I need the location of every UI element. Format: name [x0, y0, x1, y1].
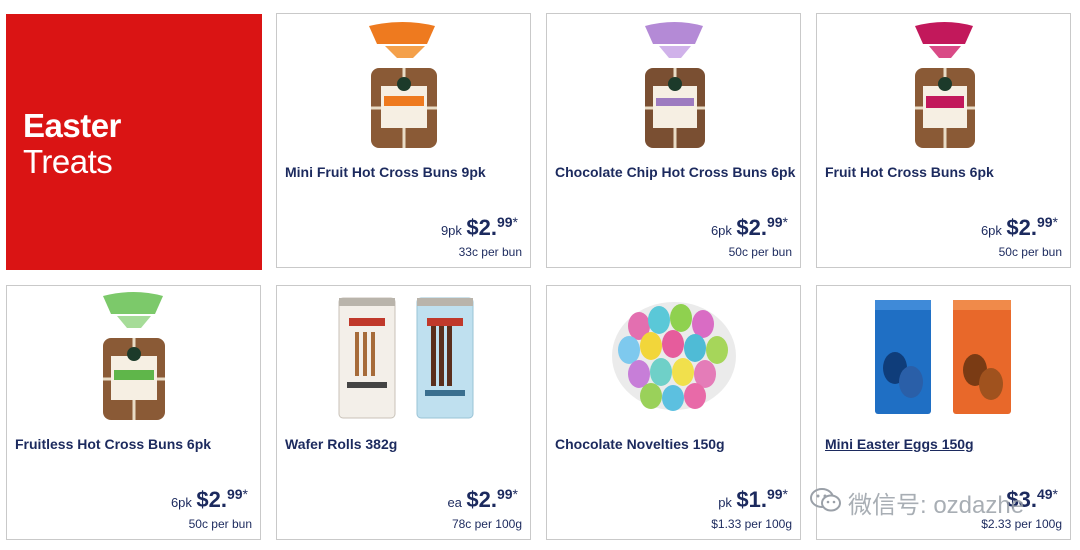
product-card-fruit-hot-cross-buns[interactable]: Fruit Hot Cross Buns 6pk 6pk $2.99* 50c … — [816, 13, 1071, 268]
price-dollars: $2. — [466, 487, 497, 512]
watermark: 微信号: ozdazhe — [810, 485, 1024, 519]
price-asterisk: * — [512, 214, 518, 230]
price-asterisk: * — [1052, 214, 1058, 230]
price-cents: 99 — [1036, 214, 1053, 230]
product-image[interactable] — [277, 286, 530, 426]
product-card-fruitless-hot-cross-buns[interactable]: Fruitless Hot Cross Buns 6pk 6pk $2.99* … — [6, 285, 261, 540]
wechat-icon — [810, 487, 842, 520]
product-image[interactable] — [547, 286, 800, 426]
unit-price: 50c per bun — [728, 245, 792, 259]
price-cents: 99 — [496, 486, 513, 502]
product-name[interactable]: Mini Easter Eggs 150g — [825, 436, 974, 452]
price-asterisk: * — [782, 214, 788, 230]
product-name[interactable]: Wafer Rolls 382g — [285, 436, 397, 452]
easter-treats-banner[interactable]: Easter Treats — [6, 14, 262, 270]
price-cents: 99 — [766, 214, 783, 230]
unit-price: 78c per 100g — [451, 517, 522, 531]
product-image[interactable] — [277, 14, 530, 154]
price-dollars: $2. — [196, 487, 227, 512]
price-unit: ea — [447, 495, 462, 510]
product-image[interactable] — [817, 286, 1070, 426]
product-image[interactable] — [817, 14, 1070, 154]
price-cents: 99 — [766, 486, 783, 502]
product-card-mini-fruit-hot-cross-buns[interactable]: Mini Fruit Hot Cross Buns 9pk 9pk $2.99*… — [276, 13, 531, 268]
product-price: pk $1.99* — [718, 486, 788, 513]
product-name[interactable]: Mini Fruit Hot Cross Buns 9pk — [285, 164, 486, 180]
product-price: 6pk $2.99* — [981, 214, 1058, 241]
banner-title-line2: Treats — [23, 143, 113, 180]
price-dollars: $2. — [736, 215, 767, 240]
product-price: 6pk $2.99* — [171, 486, 248, 513]
product-price: ea $2.99* — [447, 486, 518, 513]
price-asterisk: * — [512, 486, 518, 502]
price-unit: 6pk — [980, 223, 1002, 238]
unit-price: 50c per bun — [188, 517, 252, 531]
price-asterisk: * — [782, 486, 788, 502]
product-image[interactable] — [7, 286, 260, 426]
price-unit: 6pk — [710, 223, 732, 238]
product-image[interactable] — [547, 14, 800, 154]
watermark-text: 微信号: ozdazhe — [848, 492, 1025, 519]
price-unit: pk — [718, 495, 732, 510]
product-name[interactable]: Fruitless Hot Cross Buns 6pk — [15, 436, 211, 452]
price-dollars: $2. — [466, 215, 497, 240]
price-asterisk: * — [1052, 486, 1058, 502]
price-cents: 99 — [496, 214, 513, 230]
product-card-chocolate-chip-hot-cross-buns[interactable]: Chocolate Chip Hot Cross Buns 6pk 6pk $2… — [546, 13, 801, 268]
price-unit: 6pk — [170, 495, 192, 510]
product-name[interactable]: Fruit Hot Cross Buns 6pk — [825, 164, 994, 180]
product-name[interactable]: Chocolate Chip Hot Cross Buns 6pk — [555, 164, 795, 180]
product-name[interactable]: Chocolate Novelties 150g — [555, 436, 725, 452]
product-price: 6pk $2.99* — [711, 214, 788, 241]
unit-price: 50c per bun — [998, 245, 1062, 259]
price-asterisk: * — [242, 486, 248, 502]
price-dollars: $1. — [736, 487, 767, 512]
unit-price: $1.33 per 100g — [711, 517, 792, 531]
product-card-wafer-rolls[interactable]: Wafer Rolls 382g ea $2.99* 78c per 100g — [276, 285, 531, 540]
product-card-chocolate-novelties[interactable]: Chocolate Novelties 150g pk $1.99* $1.33… — [546, 285, 801, 540]
price-cents: 99 — [226, 486, 243, 502]
banner-title-line1: Easter — [23, 107, 121, 144]
product-price: 9pk $2.99* — [441, 214, 518, 241]
price-unit: 9pk — [440, 223, 462, 238]
price-dollars: $2. — [1006, 215, 1037, 240]
price-cents: 49 — [1036, 486, 1053, 502]
unit-price: 33c per bun — [458, 245, 522, 259]
